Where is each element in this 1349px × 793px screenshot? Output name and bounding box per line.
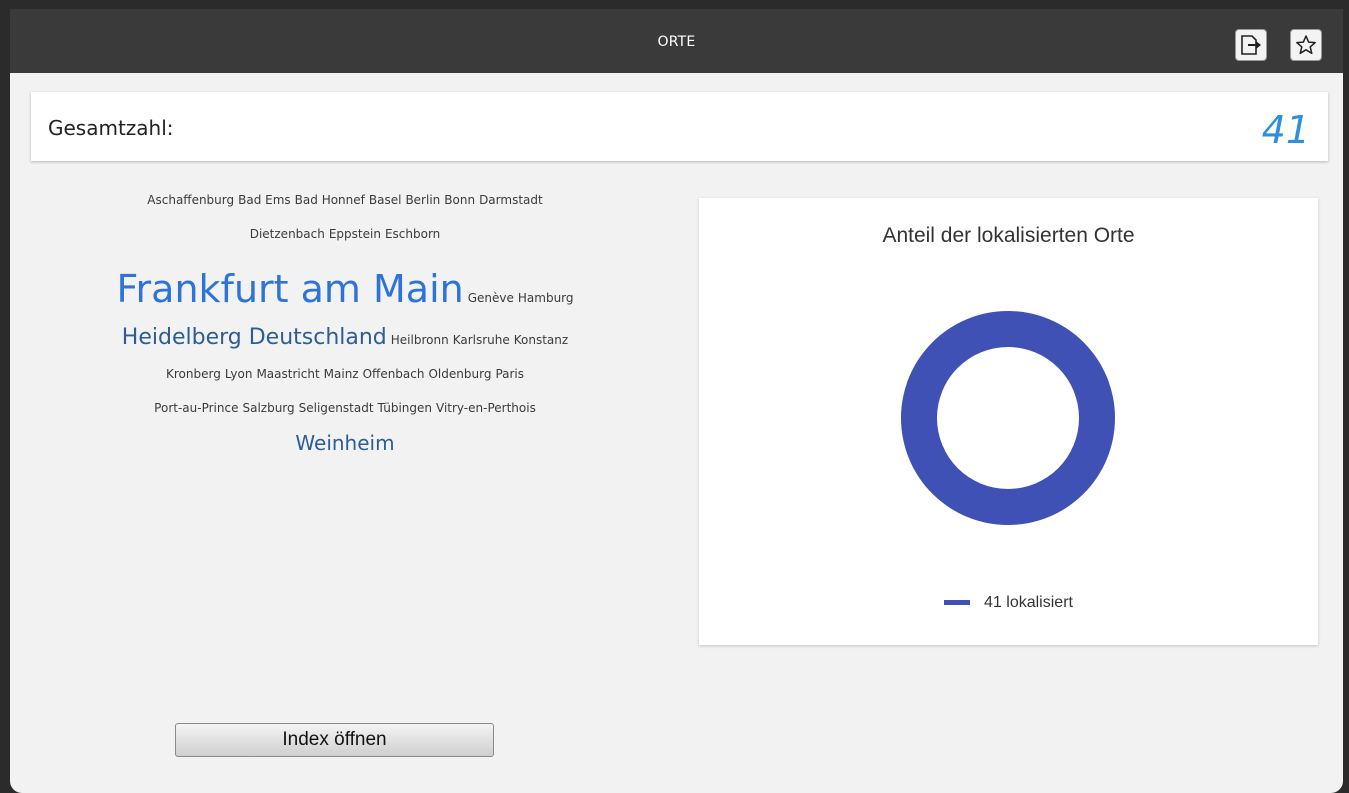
star-icon <box>1296 35 1316 55</box>
place-link[interactable]: Vitry-en-Perthois <box>436 393 536 423</box>
place-link[interactable]: Salzburg <box>242 393 294 423</box>
chart-legend[interactable]: 41 lokalisiert <box>699 594 1318 612</box>
cloud-line: Weinheim <box>70 423 620 463</box>
cloud-line: Frankfurt am Main Genève Hamburg <box>70 261 620 317</box>
place-link[interactable]: Offenbach <box>363 359 425 389</box>
cloud-line: Aschaffenburg Bad Ems Bad Honnef Basel Berli… <box>70 187 620 223</box>
place-link[interactable]: Heilbronn <box>391 319 449 361</box>
window-title: ORTE <box>657 34 696 50</box>
place-link[interactable]: Bad Honnef <box>295 187 365 213</box>
place-link[interactable]: Kronberg <box>166 359 221 389</box>
export-icon <box>1241 35 1261 55</box>
place-link[interactable]: Karlsruhe <box>453 319 510 361</box>
open-index-button[interactable]: Index öffnen <box>175 723 494 757</box>
place-link[interactable]: Darmstadt <box>479 187 543 213</box>
total-count-value: 41 <box>1261 108 1310 152</box>
chart-card: Anteil der lokalisierten Orte 41 lokalis… <box>699 198 1318 645</box>
place-link[interactable]: Tübingen <box>378 393 432 423</box>
place-link[interactable]: Lyon <box>225 359 253 389</box>
cloud-line: Kronberg Lyon Maastricht Mainz Offenbach Olde… <box>70 359 620 393</box>
titlebar: ORTE <box>10 9 1343 73</box>
place-link[interactable]: Berlin <box>405 187 440 213</box>
legend-label: 41 lokalisiert <box>984 594 1073 611</box>
place-link[interactable]: Port-au-Prince <box>154 393 238 423</box>
place-link[interactable]: Oldenburg <box>428 359 491 389</box>
legend-swatch <box>944 600 971 606</box>
place-link[interactable]: Mainz <box>324 359 359 389</box>
place-link[interactable]: Aschaffenburg <box>147 187 234 213</box>
place-link[interactable]: Bad Ems <box>238 187 291 213</box>
donut-chart <box>901 310 1115 526</box>
place-link[interactable]: Paris <box>495 359 524 389</box>
cloud-line: Heidelberg Deutschland Heilbronn Karlsruhe… <box>70 317 620 359</box>
donut-slice[interactable] <box>901 310 1115 526</box>
cloud-line: Port-au-Prince Salzburg Seligenstadt Tübing… <box>70 393 620 423</box>
place-link[interactable]: Weinheim <box>295 423 394 463</box>
total-count-card: Gesamtzahl: 41 <box>31 92 1328 161</box>
cloud-line: Dietzenbach Eppstein Eschborn <box>70 223 620 261</box>
place-link[interactable]: Dietzenbach <box>250 223 325 245</box>
place-link[interactable]: Eschborn <box>385 223 440 245</box>
place-link[interactable]: Konstanz <box>514 319 568 361</box>
place-link[interactable]: Seligenstadt <box>299 393 374 423</box>
export-button[interactable] <box>1235 29 1267 61</box>
place-word-cloud: Aschaffenburg Bad Ems Bad Honnef Basel Berli… <box>70 187 620 463</box>
place-link[interactable]: Frankfurt am Main <box>116 261 463 317</box>
total-count-label: Gesamtzahl: <box>48 116 174 140</box>
place-link[interactable]: Bonn <box>444 187 475 213</box>
place-link[interactable]: Eppstein <box>329 223 381 245</box>
place-link[interactable]: Basel <box>369 187 402 213</box>
window: ORTE Gesamtzahl: 41 Aschaffenburg Bad Ems… <box>10 9 1343 793</box>
place-link[interactable]: Heidelberg Deutschland <box>122 317 387 359</box>
favorite-button[interactable] <box>1290 29 1322 61</box>
place-link[interactable]: Maastricht <box>256 359 319 389</box>
